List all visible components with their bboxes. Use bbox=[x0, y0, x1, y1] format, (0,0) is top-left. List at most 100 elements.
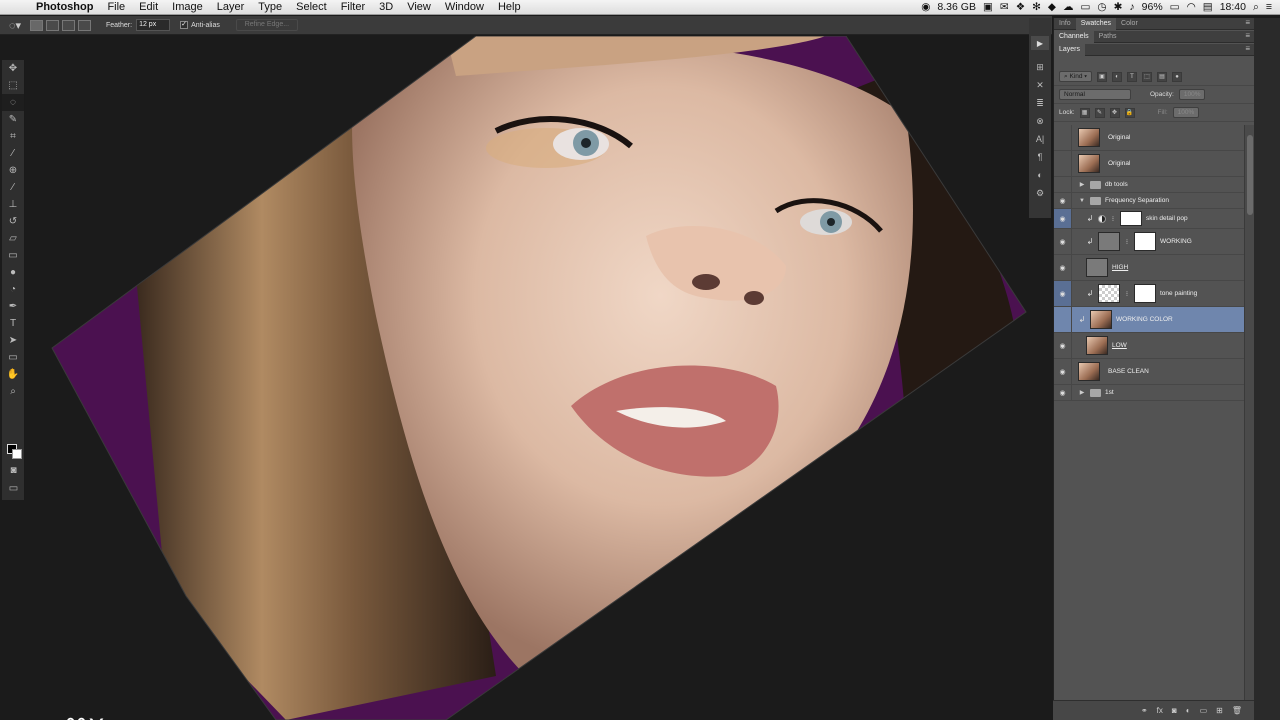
menu-file[interactable]: File bbox=[100, 1, 132, 13]
feather-input[interactable]: 12 px bbox=[136, 19, 171, 31]
paragraph-icon[interactable]: ¶ bbox=[1029, 148, 1051, 166]
tab-paths[interactable]: Paths bbox=[1094, 31, 1122, 43]
menu-type[interactable]: Type bbox=[251, 1, 289, 13]
lock-all-icon[interactable]: 🔒 bbox=[1124, 107, 1135, 118]
lasso-tool-icon[interactable]: ◌ bbox=[2, 94, 24, 111]
evernote-icon[interactable]: ◆ bbox=[1048, 1, 1056, 13]
quick-mask-icon[interactable]: ◙ bbox=[2, 462, 25, 479]
layer-row[interactable]: ◉ BASE CLEAN bbox=[1054, 359, 1244, 385]
opacity-input[interactable]: 100% bbox=[1178, 89, 1206, 100]
layer-row[interactable]: Original bbox=[1054, 151, 1244, 177]
zoom-tool-icon[interactable]: ⌕ bbox=[2, 383, 24, 400]
history-brush-tool-icon[interactable]: ↺ bbox=[2, 213, 24, 230]
menu-help[interactable]: Help bbox=[491, 1, 528, 13]
memory-icon[interactable]: ◉ bbox=[921, 1, 930, 13]
background-color-swatch[interactable] bbox=[12, 449, 22, 459]
visibility-toggle[interactable]: ◉ bbox=[1054, 281, 1072, 306]
wifi-icon[interactable]: ◠ bbox=[1187, 1, 1196, 13]
eyedropper-tool-icon[interactable]: ⁄ bbox=[2, 145, 24, 162]
crop-tool-icon[interactable]: ⌗ bbox=[2, 128, 24, 145]
adjustments-icon[interactable]: ◐ bbox=[1029, 166, 1051, 184]
expand-arrow-icon[interactable]: ▶ bbox=[1078, 389, 1086, 396]
new-layer-icon[interactable]: ⊞ bbox=[1216, 706, 1223, 715]
clone-source-icon[interactable]: ⊗ bbox=[1029, 112, 1051, 130]
filter-type-icon[interactable]: T bbox=[1127, 71, 1138, 82]
layer-row[interactable]: ◉ LOW bbox=[1054, 333, 1244, 359]
add-selection-mode[interactable] bbox=[46, 19, 59, 31]
visibility-toggle[interactable]: ◉ bbox=[1054, 229, 1072, 254]
screen-icon[interactable]: ▭ bbox=[1081, 1, 1091, 13]
clock-icon[interactable]: ◷ bbox=[1097, 1, 1106, 13]
layer-row[interactable]: ◉ ↲ ⁝ tone painting bbox=[1054, 281, 1244, 307]
camera-icon[interactable]: ▣ bbox=[983, 1, 993, 13]
add-mask-icon[interactable]: ◙ bbox=[1172, 706, 1177, 715]
dodge-tool-icon[interactable]: ◔ bbox=[2, 281, 24, 298]
menu-edit[interactable]: Edit bbox=[132, 1, 165, 13]
filter-shape-icon[interactable]: ⬚ bbox=[1142, 71, 1153, 82]
eraser-tool-icon[interactable]: ▱ bbox=[2, 230, 24, 247]
type-tool-icon[interactable]: T bbox=[2, 315, 24, 332]
volume-icon[interactable]: ♪ bbox=[1129, 1, 1134, 13]
filter-kind-dropdown[interactable]: ⌕ Kind ▾ bbox=[1059, 71, 1093, 82]
tab-layers[interactable]: Layers bbox=[1054, 43, 1086, 56]
cloud-icon[interactable]: ☁ bbox=[1063, 1, 1074, 13]
menu-image[interactable]: Image bbox=[165, 1, 210, 13]
tab-info[interactable]: Info bbox=[1054, 18, 1076, 30]
layer-row[interactable]: Original bbox=[1054, 125, 1244, 151]
lock-transparency-icon[interactable]: ▦ bbox=[1079, 107, 1090, 118]
menu-view[interactable]: View bbox=[400, 1, 438, 13]
pen-tool-icon[interactable]: ✒ bbox=[2, 298, 24, 315]
visibility-toggle[interactable]: ◉ bbox=[1054, 333, 1072, 358]
fill-input[interactable]: 100% bbox=[1172, 107, 1200, 118]
visibility-toggle[interactable] bbox=[1054, 125, 1072, 150]
visibility-toggle[interactable]: ◉ bbox=[1054, 385, 1072, 400]
lock-pixels-icon[interactable]: ✎ bbox=[1094, 107, 1105, 118]
brush-presets-icon[interactable]: ≣ bbox=[1029, 94, 1051, 112]
trash-icon[interactable]: 🗑 bbox=[1232, 706, 1242, 715]
menu-filter[interactable]: Filter bbox=[334, 1, 372, 13]
layer-row[interactable]: ◉ ↲ ⁝ skin detail pop bbox=[1054, 209, 1244, 229]
intersect-selection-mode[interactable] bbox=[78, 19, 91, 31]
battery-icon[interactable]: ▭ bbox=[1170, 1, 1180, 13]
notification-icon[interactable]: ≡ bbox=[1266, 1, 1272, 13]
layer-row[interactable]: ◉ HIGH bbox=[1054, 255, 1244, 281]
path-select-tool-icon[interactable]: ➤ bbox=[2, 332, 24, 349]
visibility-toggle[interactable]: ◉ bbox=[1054, 193, 1072, 208]
filter-pixel-icon[interactable]: ▣ bbox=[1097, 71, 1108, 82]
panel-menu-icon[interactable]: ≡ bbox=[1245, 18, 1250, 27]
tab-color[interactable]: Color bbox=[1116, 18, 1143, 30]
layer-style-icon[interactable]: fx bbox=[1157, 706, 1163, 715]
menu-window[interactable]: Window bbox=[438, 1, 491, 13]
new-adjustment-icon[interactable]: ◐ bbox=[1186, 706, 1191, 715]
history-icon[interactable]: ⊞ bbox=[1029, 58, 1051, 76]
layer-row[interactable]: ◉ ↲ ⁝ WORKING bbox=[1054, 229, 1244, 255]
properties-icon[interactable]: ⚙ bbox=[1029, 184, 1051, 202]
play-actions-icon[interactable]: ▶ bbox=[1031, 36, 1049, 50]
shape-tool-icon[interactable]: ▭ bbox=[2, 349, 24, 366]
brush-tool-icon[interactable]: ∕ bbox=[2, 179, 24, 196]
refine-edge-button[interactable]: Refine Edge... bbox=[235, 19, 298, 31]
scrollbar-thumb[interactable] bbox=[1247, 135, 1253, 215]
tab-channels[interactable]: Channels bbox=[1054, 30, 1094, 43]
clone-stamp-tool-icon[interactable]: ⊥ bbox=[2, 196, 24, 213]
panel-menu-icon[interactable]: ≡ bbox=[1245, 31, 1250, 40]
layer-row-selected[interactable]: ↲ WORKING COLOR bbox=[1054, 307, 1244, 333]
lock-position-icon[interactable]: ✥ bbox=[1109, 107, 1120, 118]
lasso-tool-preset-icon[interactable]: ◌▾ bbox=[0, 19, 30, 32]
healing-brush-tool-icon[interactable]: ⊕ bbox=[2, 162, 24, 179]
character-icon[interactable]: A| bbox=[1029, 130, 1051, 148]
collapse-arrow-icon[interactable]: ▼ bbox=[1078, 198, 1086, 204]
menu-select[interactable]: Select bbox=[289, 1, 334, 13]
menu-layer[interactable]: Layer bbox=[210, 1, 252, 13]
link-layers-icon[interactable]: ⚭ bbox=[1141, 706, 1148, 715]
visibility-toggle[interactable] bbox=[1054, 307, 1072, 332]
visibility-toggle[interactable] bbox=[1054, 177, 1072, 192]
flag-icon[interactable]: ▤ bbox=[1203, 1, 1213, 13]
panel-menu-icon[interactable]: ≡ bbox=[1245, 44, 1250, 53]
spotlight-icon[interactable]: ⌕ bbox=[1253, 1, 1259, 14]
expand-arrow-icon[interactable]: ▶ bbox=[1078, 181, 1086, 188]
group-row[interactable]: ◉ ▼ Frequency Separation bbox=[1054, 193, 1244, 209]
clock-readout[interactable]: 18:40 bbox=[1220, 1, 1246, 13]
filter-adjustment-icon[interactable]: ◐ bbox=[1112, 71, 1123, 82]
blend-mode-dropdown[interactable]: Normal bbox=[1059, 89, 1131, 100]
